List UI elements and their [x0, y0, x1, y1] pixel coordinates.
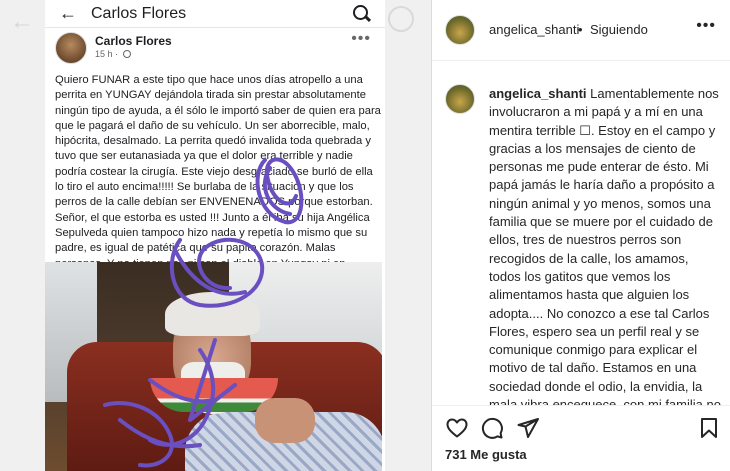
arrow-left-icon: ←: [59, 3, 77, 23]
following-button[interactable]: Siguiendo: [590, 22, 648, 37]
heart-icon[interactable]: [445, 416, 469, 440]
more-dots-icon[interactable]: •••: [696, 17, 716, 35]
paper-plane-icon[interactable]: [516, 416, 540, 440]
avatar[interactable]: [445, 15, 475, 45]
facebook-author: Carlos Flores: [95, 34, 172, 48]
post-actions: 731 Me gusta: [432, 405, 730, 471]
ghost-arrow-left-icon: ←: [10, 8, 34, 35]
globe-icon: [122, 50, 131, 58]
post-header: angelica_shanti • Siguiendo •••: [432, 0, 730, 61]
comment-bubble-icon[interactable]: [480, 416, 504, 440]
facebook-post-photo: [45, 262, 382, 471]
facebook-avatar: [55, 32, 87, 64]
caption-text: Lamentablemente nos involucraron a mi pa…: [489, 86, 721, 449]
likes-count[interactable]: 731 Me gusta: [445, 447, 527, 462]
search-icon: [353, 4, 371, 23]
separator-dot: •: [578, 22, 583, 37]
facebook-post-time: 15 h ·: [95, 49, 131, 59]
facebook-screenshot: ← Carlos Flores Carlos Flores 15 h · •••…: [45, 0, 385, 471]
caption-avatar[interactable]: [445, 84, 475, 114]
caption-username-link[interactable]: angelica_shanti: [489, 86, 587, 101]
facebook-post-header: Carlos Flores 15 h · •••: [45, 28, 385, 68]
facebook-topbar: ← Carlos Flores: [45, 0, 385, 28]
bookmark-icon[interactable]: [697, 416, 721, 440]
facebook-page-title: Carlos Flores: [91, 4, 187, 22]
more-dots-icon: •••: [351, 30, 371, 47]
post-image[interactable]: ← ← Carlos Flores Carlos Flores 15 h · •…: [0, 0, 431, 471]
username-link[interactable]: angelica_shanti: [489, 22, 579, 37]
post-caption: angelica_shanti Lamentablemente nos invo…: [489, 85, 723, 451]
ghost-circle-icon: [388, 6, 414, 32]
facebook-post-text: Quiero FUNAR a este tipo que hace unos d…: [55, 74, 381, 285]
instagram-sidebar: angelica_shanti • Siguiendo ••• angelica…: [432, 0, 730, 471]
